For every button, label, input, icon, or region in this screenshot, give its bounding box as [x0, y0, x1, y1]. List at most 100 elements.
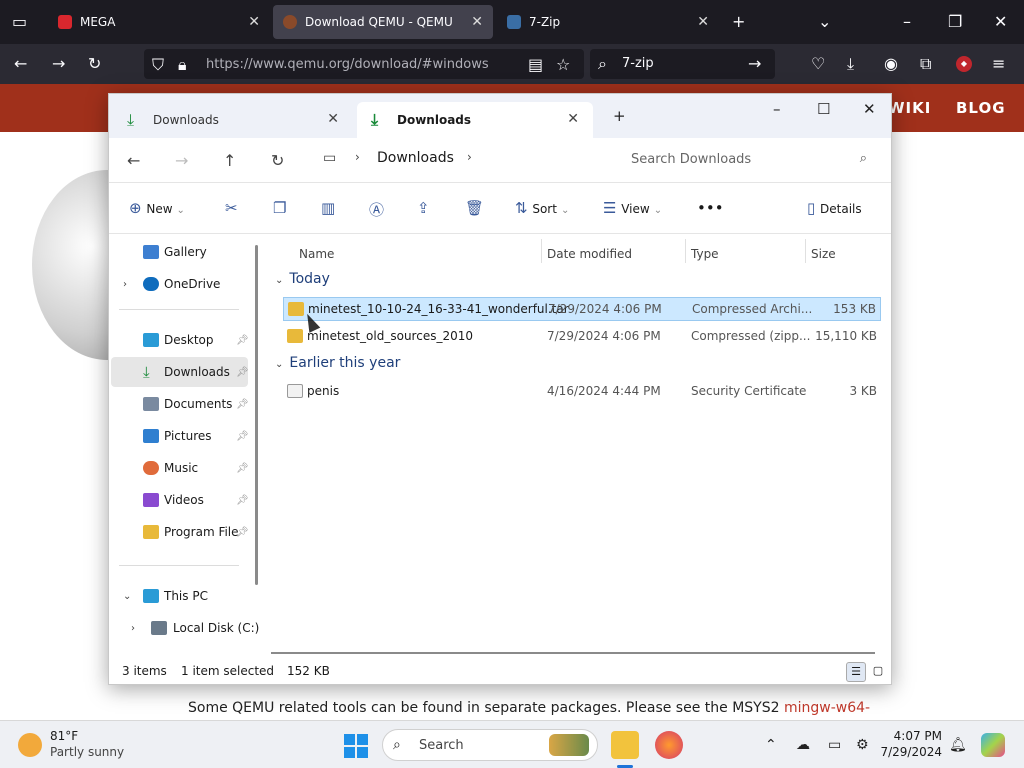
reload-icon[interactable]: ↻	[88, 54, 101, 73]
tab-list-icon[interactable]: ▭	[12, 12, 27, 31]
maximize-icon[interactable]: ☐	[817, 100, 830, 118]
footnote-link[interactable]: mingw-w64-	[784, 700, 870, 716]
weather-desc[interactable]: Partly sunny	[50, 745, 124, 759]
reader-view-icon[interactable]: ▤	[528, 55, 543, 74]
close-icon[interactable]: ✕	[697, 14, 709, 30]
nav-wiki[interactable]: WIKI	[888, 99, 931, 117]
cloud-offline-icon[interactable]: ☁	[796, 737, 810, 753]
horizontal-scrollbar[interactable]	[271, 652, 875, 654]
nav-pictures[interactable]: Pictures 📌︎	[111, 421, 249, 451]
chevron-right-icon[interactable]: ›	[355, 150, 360, 164]
minimize-icon[interactable]: –	[773, 100, 781, 118]
nav-this-pc[interactable]: ⌄ This PC	[111, 581, 248, 611]
chevron-down-icon[interactable]: ⌄	[818, 12, 831, 31]
table-row[interactable]: penis 4/16/2024 4:44 PM Security Certifi…	[283, 380, 881, 404]
clock-time[interactable]: 4:07 PM	[886, 729, 942, 743]
group-earlier[interactable]: ⌄ Earlier this year	[275, 355, 400, 371]
file-explorer-icon[interactable]	[611, 731, 639, 759]
close-icon[interactable]: ✕	[567, 111, 579, 127]
display-icon[interactable]: ▭	[828, 737, 841, 753]
close-icon[interactable]: ✕	[471, 14, 483, 30]
pin-icon[interactable]: 📌︎	[236, 399, 249, 410]
bell-icon[interactable]: 🔔︎	[949, 737, 967, 753]
url-bar[interactable]: ⛉ 🔒︎ https://www.qemu.org/download/#wind…	[144, 49, 584, 79]
nav-desktop[interactable]: Desktop 📌︎	[111, 325, 249, 355]
sort-button[interactable]: ⇅ Sort ⌄	[515, 199, 569, 217]
start-icon[interactable]	[344, 734, 368, 758]
nav-local-disk[interactable]: › Local Disk (C:)	[111, 613, 259, 643]
copilot-icon[interactable]	[981, 733, 1005, 757]
shield-icon[interactable]: ⛉	[152, 55, 164, 75]
menu-icon[interactable]: ≡	[992, 54, 1005, 73]
pin-icon[interactable]: 📌︎	[236, 527, 249, 538]
account-icon[interactable]: ◉	[884, 54, 898, 73]
new-tab-icon[interactable]: +	[613, 107, 626, 125]
pin-icon[interactable]: 📌︎	[236, 495, 249, 506]
chevron-down-icon[interactable]: ⌄	[123, 591, 131, 602]
nav-program-files[interactable]: Program File 📌︎	[111, 517, 249, 547]
chevron-right-icon[interactable]: ›	[131, 623, 135, 634]
chevron-right-icon[interactable]: ›	[467, 150, 472, 164]
nav-onedrive[interactable]: › OneDrive	[111, 269, 248, 299]
view-button[interactable]: ☰ View ⌄	[603, 199, 662, 217]
close-window-icon[interactable]: ✕	[863, 100, 876, 118]
downloads-icon[interactable]: ⤓	[847, 54, 854, 74]
tiles-view-icon[interactable]: ▢	[868, 662, 888, 682]
close-icon[interactable]: ✕	[327, 111, 339, 127]
column-name[interactable]: Name	[299, 247, 334, 261]
column-divider[interactable]	[541, 239, 542, 263]
rename-icon[interactable]: Ⓐ	[369, 199, 384, 220]
breadcrumb[interactable]: ▭ › Downloads ›	[315, 142, 607, 176]
details-button[interactable]: ▯ Details	[807, 199, 862, 217]
nav-videos[interactable]: Videos 📌︎	[111, 485, 249, 515]
delete-icon[interactable]: 🗑︎	[465, 199, 484, 217]
explorer-search-input[interactable]: Search Downloads ⌕	[615, 142, 881, 176]
table-row[interactable]: minetest_old_sources_2010 7/29/2024 4:06…	[283, 325, 881, 349]
copy-icon[interactable]: ❐	[273, 199, 286, 217]
ublock-icon[interactable]: ◆	[956, 56, 972, 72]
more-options-icon[interactable]: •••	[697, 199, 724, 217]
pin-icon[interactable]: 📌︎	[236, 335, 249, 346]
weather-temp[interactable]: 81°F	[50, 729, 78, 743]
tab-7zip[interactable]: 7-Zip ✕	[497, 5, 719, 39]
column-date[interactable]: Date modified	[547, 247, 632, 261]
pin-icon[interactable]: 📌︎	[236, 463, 249, 474]
nav-downloads[interactable]: ⤓ Downloads 📌︎	[111, 357, 249, 387]
breadcrumb-downloads[interactable]: Downloads	[377, 150, 454, 166]
nav-blog[interactable]: BLOG	[956, 99, 1006, 117]
group-today[interactable]: ⌄ Today	[275, 271, 330, 287]
explorer-tab-1[interactable]: ⤓ Downloads ✕	[113, 102, 353, 138]
star-icon[interactable]: ☆	[556, 55, 570, 74]
column-type[interactable]: Type	[691, 247, 719, 261]
new-tab-icon[interactable]: +	[732, 12, 745, 31]
go-arrow-icon[interactable]: →	[748, 54, 761, 73]
back-icon[interactable]: ←	[14, 54, 27, 73]
column-divider[interactable]	[805, 239, 806, 263]
nav-documents[interactable]: Documents 📌︎	[111, 389, 249, 419]
weather-icon[interactable]	[18, 733, 42, 757]
chevron-right-icon[interactable]: ›	[123, 279, 127, 290]
refresh-icon[interactable]: ↻	[271, 151, 284, 170]
up-icon[interactable]: ↑	[223, 151, 236, 170]
new-button[interactable]: ⊕ New ⌄	[129, 199, 185, 217]
paste-icon[interactable]: ▥	[321, 199, 335, 217]
explorer-tab-2[interactable]: ⤓ Downloads ✕	[357, 102, 593, 138]
clock-date[interactable]: 7/29/2024	[880, 745, 942, 759]
column-size[interactable]: Size	[811, 247, 836, 261]
nav-music[interactable]: Music 📌︎	[111, 453, 249, 483]
minimize-icon[interactable]: –	[903, 12, 911, 31]
close-icon[interactable]: ✕	[248, 14, 260, 30]
browser-search-box[interactable]: ⌕ 7-zip →	[590, 49, 775, 79]
forward-icon[interactable]: →	[52, 54, 65, 73]
network-icon[interactable]: ⚙	[856, 737, 869, 753]
pin-icon[interactable]: 📌︎	[236, 367, 249, 378]
column-divider[interactable]	[685, 239, 686, 263]
firefox-icon[interactable]	[655, 731, 683, 759]
table-row[interactable]: minetest_10-10-24_16-33-41_wonderful.tar…	[283, 297, 881, 321]
share-icon[interactable]: ⇪	[417, 199, 430, 217]
taskbar-search[interactable]: ⌕ Search	[382, 729, 598, 761]
restore-icon[interactable]: ❐	[948, 12, 962, 31]
details-view-icon[interactable]: ☰	[846, 662, 866, 682]
close-window-icon[interactable]: ✕	[994, 12, 1007, 31]
extensions-icon[interactable]: ⧉	[920, 54, 931, 74]
